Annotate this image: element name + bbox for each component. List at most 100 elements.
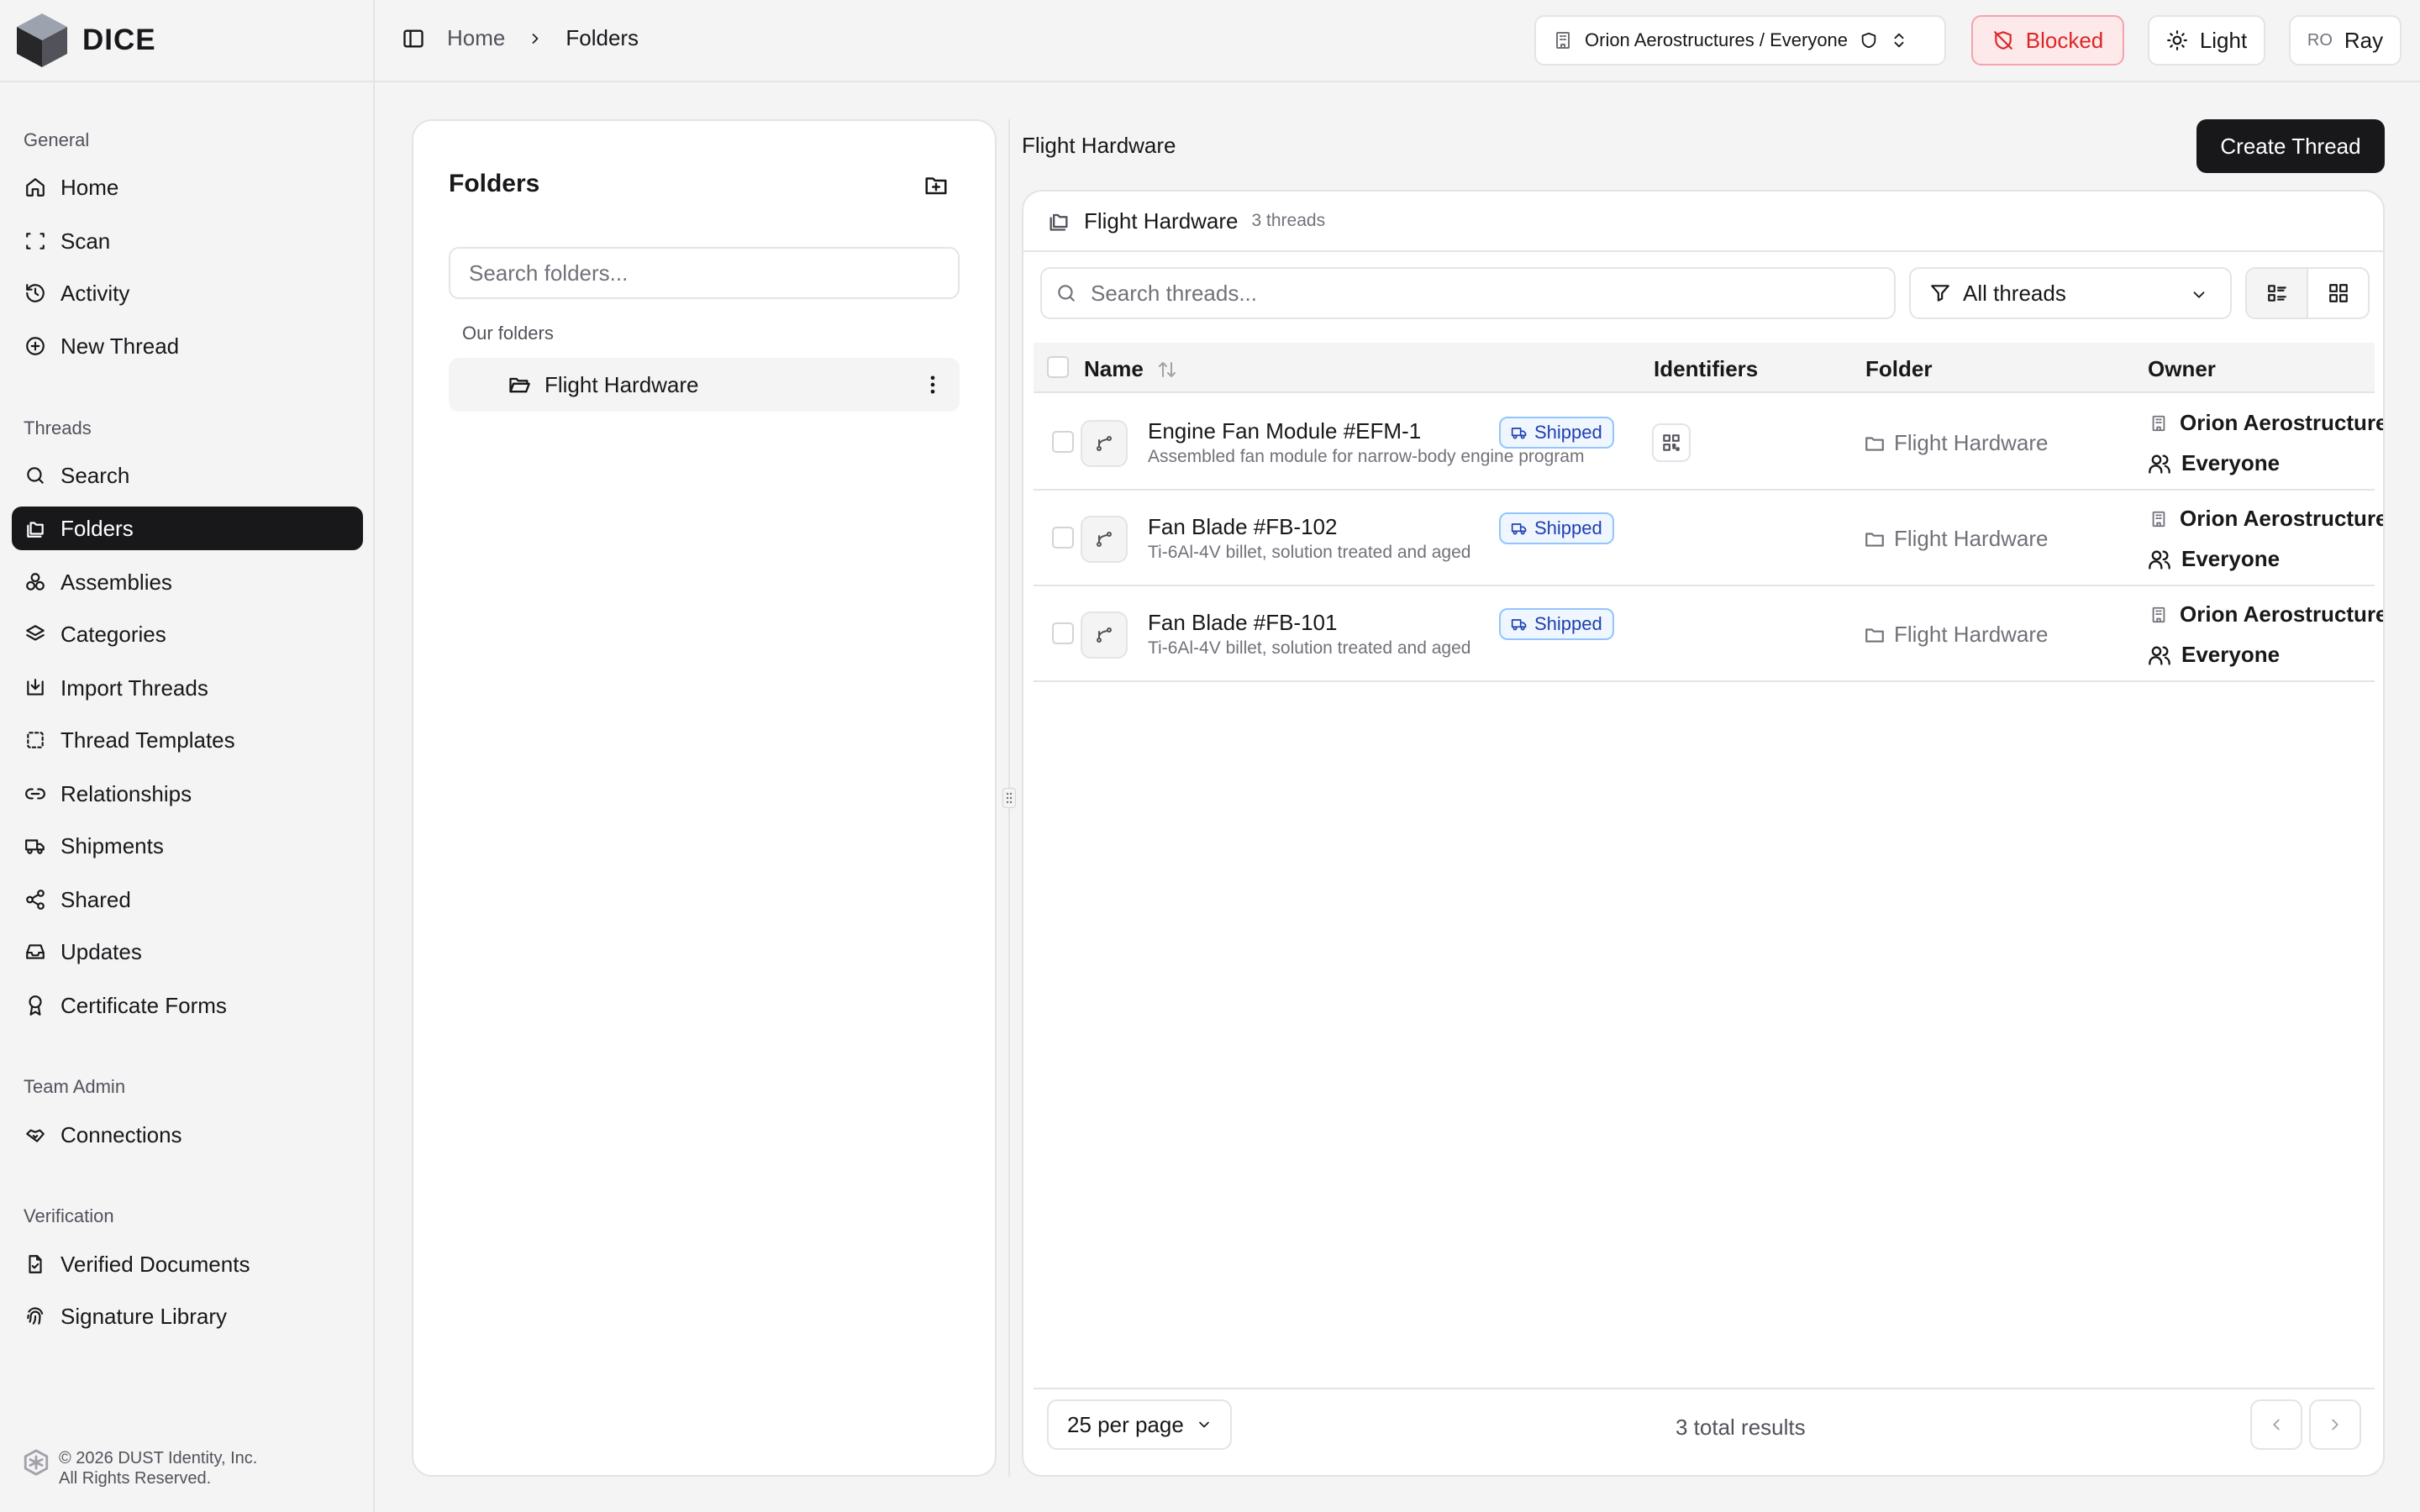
resize-grip-icon[interactable]	[1002, 788, 1016, 808]
column-header-label: Name	[1084, 356, 1144, 381]
per-page-select[interactable]: 25 per page	[1047, 1399, 1232, 1450]
blocked-label: Blocked	[2025, 27, 2104, 53]
folder-cell-label: Flight Hardware	[1894, 430, 2049, 455]
thread-name[interactable]: Fan Blade #FB-102	[1148, 514, 1337, 540]
plus-circle-icon	[24, 334, 47, 358]
sidebar-item-activity[interactable]: Activity	[12, 271, 363, 315]
sidebar-item-updates[interactable]: Updates	[12, 930, 363, 974]
sidebar-item-relationships[interactable]: Relationships	[12, 772, 363, 816]
row-checkbox[interactable]	[1052, 431, 1074, 453]
more-vertical-icon[interactable]	[921, 373, 944, 396]
sidebar-item-import-threads[interactable]: Import Threads	[12, 666, 363, 710]
row-checkbox[interactable]	[1052, 622, 1074, 644]
building-icon	[2152, 415, 2165, 431]
view-toggle	[2245, 267, 2370, 319]
sidebar-item-label: Search	[60, 462, 130, 488]
user-menu-button[interactable]: RO Ray	[2289, 15, 2402, 66]
table-row[interactable]: Fan Blade #FB-102 Ti-6Al-4V billet, solu…	[1034, 491, 2383, 586]
table-row[interactable]: Fan Blade #FB-101 Ti-6Al-4V billet, solu…	[1034, 586, 2383, 682]
chevron-left-icon	[2273, 1419, 2280, 1431]
sidebar-item-label: Certificate Forms	[60, 992, 227, 1018]
thread-filter-select[interactable]: All threads	[1909, 267, 2232, 319]
folder-cell: Flight Hardware	[1864, 622, 2049, 648]
copyright-line: All Rights Reserved.	[59, 1469, 212, 1488]
folder-cell: Flight Hardware	[1864, 430, 2049, 456]
search-icon	[1055, 282, 1077, 304]
next-page-button[interactable]	[2309, 1399, 2361, 1450]
truck-icon	[1511, 523, 1527, 535]
blocked-status-button[interactable]: Blocked	[1971, 15, 2124, 66]
thread-name[interactable]: Engine Fan Module #EFM-1	[1148, 418, 1421, 444]
identifier-qr-button[interactable]	[1652, 423, 1691, 462]
sidebar-item-verified-documents[interactable]: Verified Documents	[12, 1242, 363, 1286]
folder-item[interactable]: Flight Hardware	[449, 358, 960, 412]
building-icon	[1553, 30, 1573, 50]
list-view-button[interactable]	[2247, 269, 2308, 318]
thread-search-input[interactable]: Search threads...	[1040, 267, 1896, 319]
row-checkbox[interactable]	[1052, 527, 1074, 549]
section-label-general: General	[24, 129, 90, 150]
sidebar-item-scan[interactable]: Scan	[12, 219, 363, 263]
thread-count: 3 threads	[1251, 211, 1326, 230]
status-label: Shipped	[1534, 517, 1602, 538]
sidebar-item-thread-templates[interactable]: Thread Templates	[12, 718, 363, 762]
share-icon	[24, 888, 47, 911]
owner-group-label: Everyone	[2181, 642, 2281, 667]
logo[interactable]: DICE	[13, 12, 156, 69]
folders-icon	[24, 517, 47, 540]
folder-plus-icon	[925, 177, 947, 195]
thread-name[interactable]: Fan Blade #FB-101	[1148, 610, 1337, 636]
select-all-checkbox[interactable]	[1047, 356, 1069, 378]
per-page-value: 25 per page	[1067, 1411, 1184, 1437]
add-folder-button[interactable]	[921, 170, 951, 200]
table-row[interactable]: Engine Fan Module #EFM-1 Assembled fan m…	[1034, 395, 2383, 491]
sidebar-toggle-icon[interactable]	[402, 27, 425, 50]
sidebar-item-categories[interactable]: Categories	[12, 612, 363, 656]
owner-group-label: Everyone	[2181, 546, 2281, 571]
sidebar-item-folders[interactable]: Folders	[12, 507, 363, 550]
sidebar-item-label: Assemblies	[60, 569, 172, 595]
sidebar-item-assemblies[interactable]: Assemblies	[12, 560, 363, 604]
sidebar-item-label: Import Threads	[60, 675, 208, 701]
sidebar-item-label: Thread Templates	[60, 727, 235, 753]
sidebar-item-signature-library[interactable]: Signature Library	[12, 1294, 363, 1338]
sidebar-item-connections[interactable]: Connections	[12, 1113, 363, 1157]
users-icon	[2149, 454, 2170, 474]
topbar: Home Folders Orion Aerostructures / Ever…	[375, 0, 2420, 82]
section-label-threads: Threads	[24, 417, 92, 438]
owner-org: Orion Aerostructures	[2149, 601, 2385, 627]
grid-view-button[interactable]	[2308, 269, 2368, 318]
sidebar-item-home[interactable]: Home	[12, 165, 363, 209]
sidebar-item-label: Shipments	[60, 832, 164, 858]
sidebar-item-label: Scan	[60, 228, 111, 254]
folder-icon	[1865, 436, 1884, 451]
qr-code-icon	[1663, 434, 1680, 451]
copyright-line: © 2026 DUST Identity, Inc.	[59, 1449, 258, 1467]
org-selector[interactable]: Orion Aerostructures / Everyone	[1534, 15, 1946, 66]
sidebar-item-label: New Thread	[60, 333, 180, 359]
sidebar-item-shipments[interactable]: Shipments	[12, 824, 363, 868]
prev-page-button[interactable]	[2250, 1399, 2302, 1450]
file-check-icon	[24, 1252, 47, 1276]
owner-group: Everyone	[2148, 546, 2280, 572]
thread-type-icon[interactable]	[1081, 420, 1128, 467]
import-icon	[24, 676, 47, 700]
sidebar-item-certificate-forms[interactable]: Certificate Forms	[12, 984, 363, 1027]
sidebar-item-new-thread[interactable]: New Thread	[12, 324, 363, 368]
sidebar-item-search[interactable]: Search	[12, 454, 363, 497]
threads-card: Flight Hardware 3 threads Search threads…	[1022, 190, 2385, 1477]
thread-type-icon[interactable]	[1081, 516, 1128, 563]
column-header-name[interactable]: Name	[1084, 356, 1177, 382]
folder-search-input[interactable]: Search folders...	[449, 247, 960, 299]
total-results: 3 total results	[1676, 1415, 1806, 1440]
sidebar-item-shared[interactable]: Shared	[12, 878, 363, 921]
column-header-owner: Owner	[2148, 356, 2216, 381]
theme-toggle-button[interactable]: Light	[2148, 15, 2265, 66]
sidebar: DICE General Home Scan Activity New Thre…	[0, 0, 375, 1512]
breadcrumb: Home Folders	[402, 25, 639, 51]
breadcrumb-home[interactable]: Home	[447, 25, 505, 51]
table-header: Name Identifiers Folder Owner	[1034, 343, 2375, 393]
create-thread-button[interactable]: Create Thread	[2196, 119, 2385, 173]
owner-org-label: Orion Aerostructures	[2180, 601, 2385, 627]
thread-type-icon[interactable]	[1081, 612, 1128, 659]
